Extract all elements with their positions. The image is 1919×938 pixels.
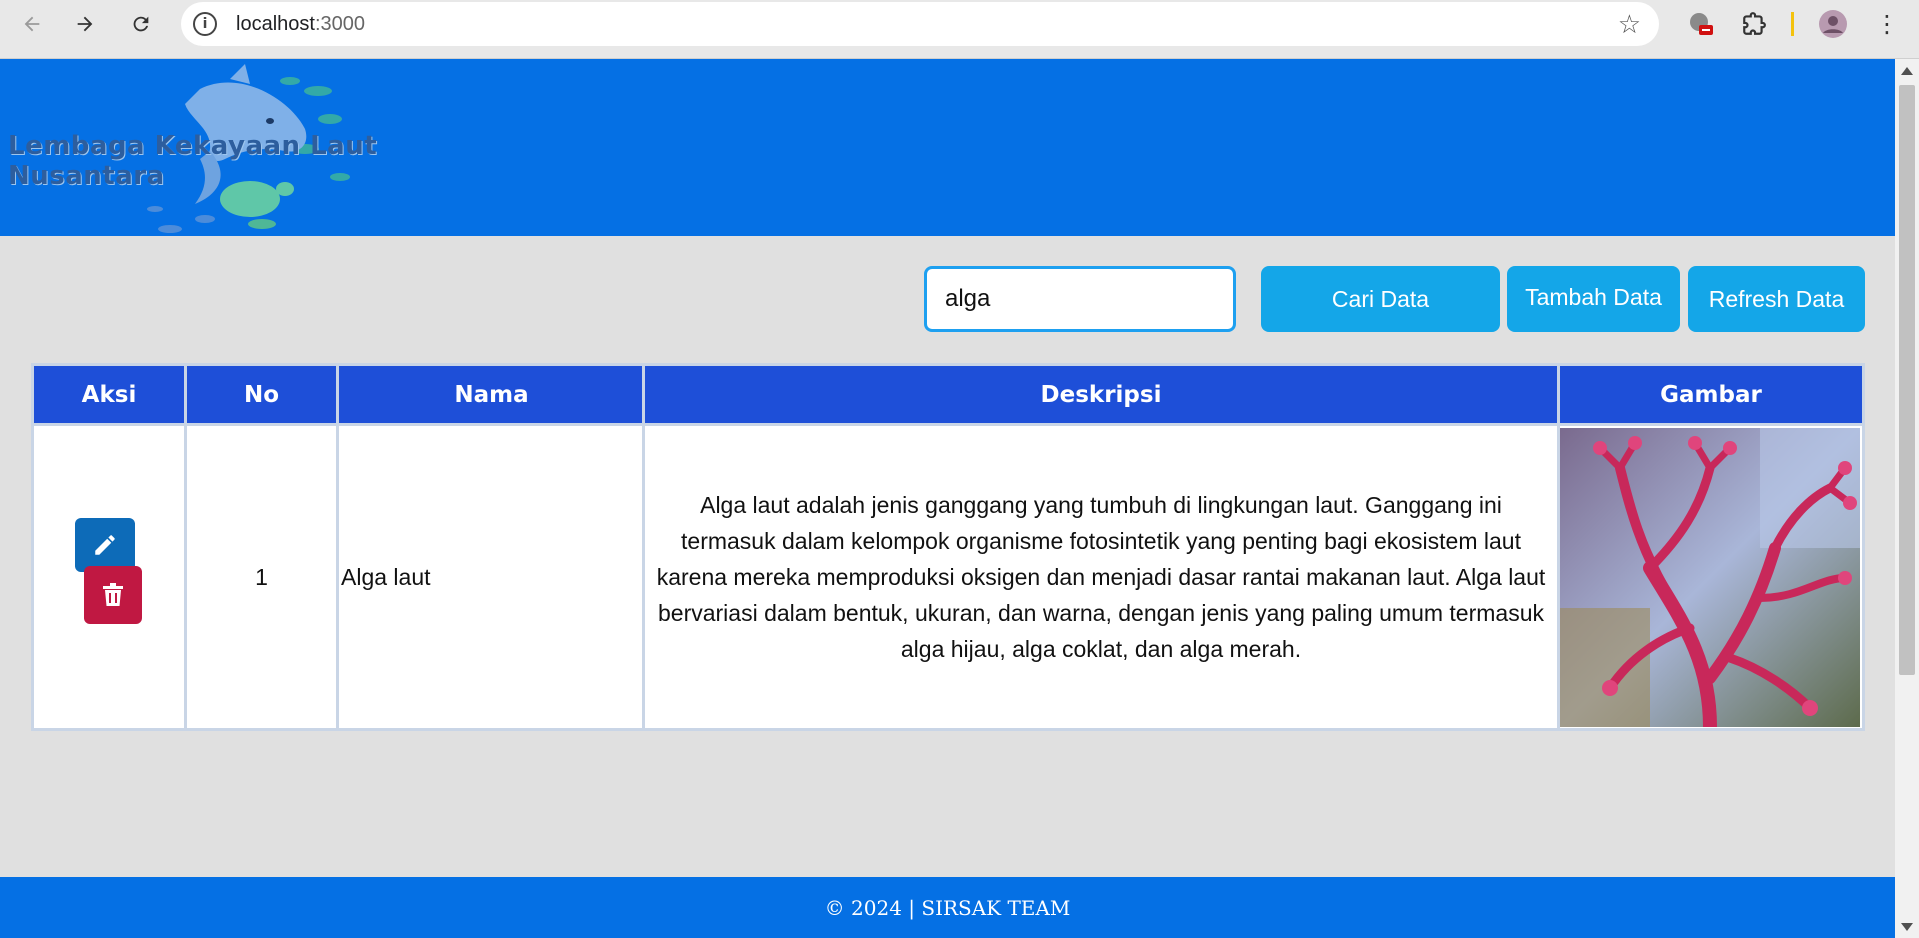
table-header-row: Aksi No Nama Deskripsi Gambar: [31, 363, 1865, 426]
address-bar[interactable]: i localhost:3000 ☆: [181, 2, 1659, 46]
arrow-left-icon: [24, 16, 40, 32]
column-header-deskripsi: Deskripsi: [642, 363, 1560, 426]
cell-nama: Alga laut: [336, 423, 645, 731]
refresh-data-button[interactable]: Refresh Data: [1688, 266, 1865, 332]
browser-toolbar: i localhost:3000 ☆ ⋮: [0, 0, 1919, 59]
search-input[interactable]: [924, 266, 1236, 332]
app-title: Lembaga Kekayaan Laut Nusantara: [8, 131, 378, 191]
data-table: Aksi No Nama Deskripsi Gambar 1 Alga lau: [31, 363, 1865, 731]
column-header-aksi: Aksi: [31, 363, 187, 426]
profile-avatar[interactable]: [1817, 8, 1849, 40]
footer: © 2024 | SIRSAK TEAM: [0, 877, 1895, 938]
app-header: Lembaga Kekayaan Laut Nusantara: [0, 59, 1895, 236]
pencil-icon: [95, 535, 115, 555]
cell-gambar: [1557, 423, 1865, 731]
site-info-icon[interactable]: i: [193, 12, 217, 36]
forward-button[interactable]: [67, 6, 103, 42]
extension-icon[interactable]: [1685, 8, 1717, 40]
url-port: :3000: [314, 13, 365, 35]
scrollbar-thumb[interactable]: [1899, 85, 1915, 675]
page-scrollbar[interactable]: [1895, 59, 1919, 938]
back-button[interactable]: [14, 6, 50, 42]
red-seaweed-image: [1560, 427, 1860, 727]
column-header-gambar: Gambar: [1557, 363, 1865, 426]
search-button[interactable]: Cari Data: [1261, 266, 1500, 332]
extension-badge-icon: [1690, 13, 1713, 35]
logo: Lembaga Kekayaan Laut Nusantara: [0, 59, 520, 236]
column-header-no: No: [184, 363, 339, 426]
reload-icon: [133, 16, 149, 32]
arrow-right-icon: [77, 16, 93, 32]
trash-icon: [103, 583, 123, 606]
bookmark-star-icon[interactable]: ☆: [1618, 10, 1641, 40]
toolbar-divider: [1791, 12, 1794, 36]
add-data-button[interactable]: Tambah Data: [1507, 266, 1680, 332]
url-text: localhost:3000: [236, 13, 365, 36]
reload-button[interactable]: [123, 6, 159, 42]
edit-button[interactable]: [75, 518, 135, 572]
menu-kebab-icon[interactable]: ⋮: [1871, 8, 1903, 40]
cell-deskripsi: Alga laut adalah jenis ganggang yang tum…: [642, 423, 1560, 731]
extensions-puzzle-icon[interactable]: [1738, 8, 1770, 40]
cell-no: 1: [184, 423, 339, 731]
scroll-up-arrow-icon[interactable]: [1901, 67, 1913, 75]
scroll-down-arrow-icon[interactable]: [1901, 923, 1913, 931]
column-header-nama: Nama: [336, 363, 645, 426]
delete-button[interactable]: [84, 566, 142, 624]
action-cell: [31, 423, 187, 731]
puzzle-icon: [1743, 12, 1766, 35]
footer-text: © 2024 | SIRSAK TEAM: [824, 895, 1071, 920]
table-row: 1 Alga laut Alga laut adalah jenis gangg…: [31, 423, 1865, 731]
avatar-icon: [1819, 10, 1847, 38]
url-host: localhost: [236, 13, 315, 35]
